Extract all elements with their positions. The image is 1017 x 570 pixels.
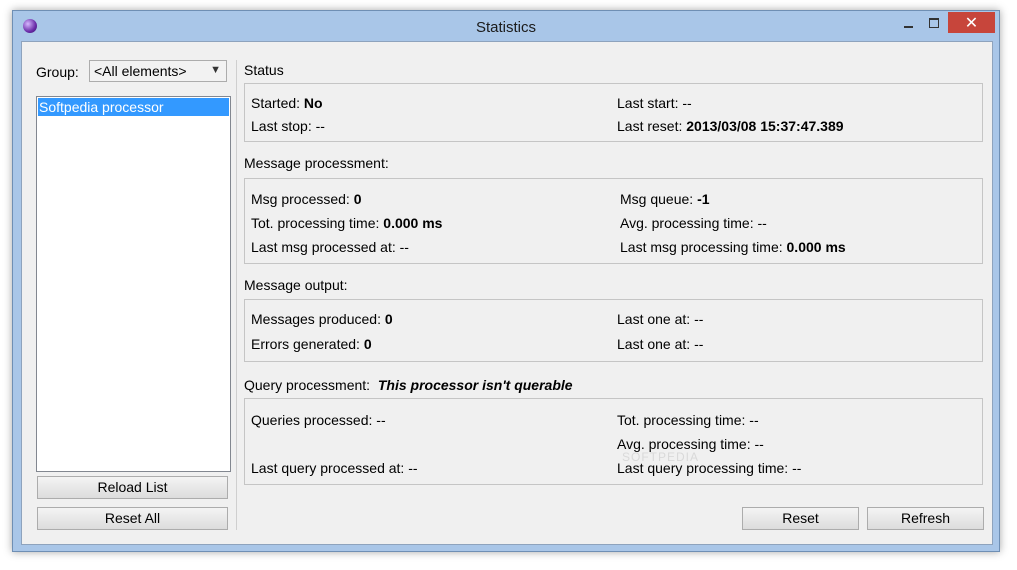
msg-processed-field: Msg processed: 0: [251, 191, 362, 207]
querable-note: This processor isn't querable: [377, 377, 573, 393]
group-dropdown-value: <All elements>: [94, 63, 187, 79]
last-reset-field: Last reset: 2013/03/08 15:37:47.389: [617, 118, 844, 134]
statistics-window: Statistics ✕ Group: <All elements> ▼ Sof…: [12, 10, 1000, 552]
title-bar[interactable]: Statistics ✕: [13, 11, 999, 41]
query-tot-processing-time-field: Tot. processing time: --: [617, 412, 759, 428]
tot-processing-time-field: Tot. processing time: 0.000 ms: [251, 215, 443, 231]
last-stop-field: Last stop: --: [251, 118, 325, 134]
chevron-down-icon: ▼: [210, 64, 221, 76]
client-area: Group: <All elements> ▼ Softpedia proces…: [21, 41, 993, 545]
window-title: Statistics: [475, 19, 536, 36]
minimize-button[interactable]: [897, 15, 921, 33]
query-processment-box: Queries processed: -- Tot. processing ti…: [244, 398, 983, 485]
errors-generated-field: Errors generated: 0: [251, 336, 372, 352]
reset-button[interactable]: Reset: [742, 507, 859, 530]
last-msg-processed-at-field: Last msg processed at: --: [251, 239, 409, 255]
close-button[interactable]: ✕: [948, 12, 995, 33]
watermark: SOFTPEDIA: [622, 450, 700, 464]
maximize-button[interactable]: [922, 15, 946, 33]
processor-list[interactable]: Softpedia processor: [36, 96, 231, 472]
avg-processing-time-field: Avg. processing time: --: [620, 215, 767, 231]
group-label: Group:: [36, 64, 79, 80]
started-field: Started: No: [251, 95, 323, 111]
panel-divider: [236, 60, 237, 530]
messages-produced-field: Messages produced: 0: [251, 311, 393, 327]
status-box: Started: No Last start: -- Last stop: --…: [244, 83, 983, 142]
message-output-box: Messages produced: 0 Last one at: -- Err…: [244, 299, 983, 362]
reset-all-button[interactable]: Reset All: [37, 507, 228, 530]
message-processment-box: Msg processed: 0 Msg queue: -1 Tot. proc…: [244, 178, 983, 264]
message-processment-heading: Message processment:: [244, 155, 389, 171]
reload-list-button[interactable]: Reload List: [37, 476, 228, 499]
status-heading: Status: [244, 62, 284, 78]
last-query-processed-at-field: Last query processed at: --: [251, 460, 418, 476]
last-start-field: Last start: --: [617, 95, 692, 111]
last-msg-processing-time-field: Last msg processing time: 0.000 ms: [620, 239, 846, 255]
group-dropdown[interactable]: <All elements> ▼: [89, 60, 227, 82]
refresh-button[interactable]: Refresh: [867, 507, 984, 530]
last-one-at-field: Last one at: --: [617, 311, 704, 327]
list-item[interactable]: Softpedia processor: [38, 98, 229, 116]
msg-queue-field: Msg queue: -1: [620, 191, 710, 207]
errors-last-one-at-field: Last one at: --: [617, 336, 704, 352]
query-processment-heading: Query processment: This processor isn't …: [244, 377, 573, 393]
message-output-heading: Message output:: [244, 277, 348, 293]
queries-processed-field: Queries processed: --: [251, 412, 386, 428]
